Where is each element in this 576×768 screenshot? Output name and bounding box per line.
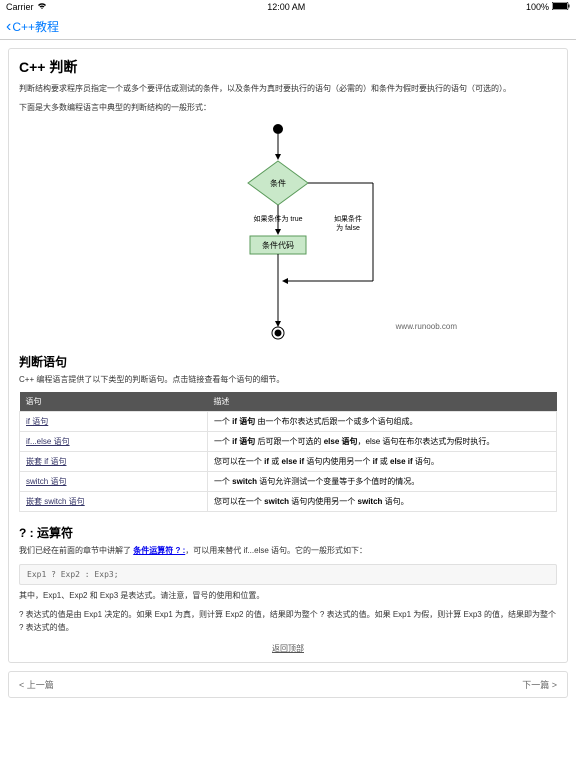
intro-1: 判断结构要求程序员指定一个或多个要评估或测试的条件，以及条件为真时要执行的语句（… bbox=[19, 83, 557, 96]
stmt-desc: 一个 if 语句 后可跟一个可选的 else 语句，else 语句在布尔表达式为… bbox=[207, 432, 556, 452]
table-row: 嵌套 switch 语句 您可以在一个 switch 语句内使用另一个 switc… bbox=[20, 492, 557, 512]
statements-table: 语句 描述 if 语句 一个 if 语句 由一个布尔表达式后跟一个或多个语句组成。… bbox=[19, 392, 557, 512]
table-row: 嵌套 if 语句 您可以在一个 if 或 else if 语句内使用另一个 if … bbox=[20, 452, 557, 472]
code-block: Exp1 ? Exp2 : Exp3; bbox=[19, 564, 557, 585]
svg-text:如果条件为 false: 如果条件为 false bbox=[334, 214, 362, 232]
th-statement: 语句 bbox=[20, 392, 208, 412]
stmt-link[interactable]: 嵌套 switch 语句 bbox=[26, 497, 85, 506]
table-row: if 语句 一个 if 语句 由一个布尔表达式后跟一个或多个语句组成。 bbox=[20, 412, 557, 432]
section-statements-intro: C++ 编程语言提供了以下类型的判断语句。点击链接查看每个语句的细节。 bbox=[19, 374, 557, 387]
status-bar: Carrier 12:00 AM 100% bbox=[0, 0, 576, 14]
stmt-link[interactable]: if...else 语句 bbox=[26, 437, 70, 446]
content-area: C++ 判断 判断结构要求程序员指定一个或多个要评估或测试的条件，以及条件为真时… bbox=[0, 40, 576, 706]
section-statements-title: 判断语句 bbox=[19, 353, 557, 370]
flowchart-diagram: 条件 如果条件为 true 条件代码 如果条件为 false www.runoo… bbox=[19, 121, 557, 341]
back-to-top[interactable]: 返回顶部 bbox=[19, 643, 557, 654]
stmt-desc: 您可以在一个 if 或 else if 语句内使用另一个 if 或 else i… bbox=[207, 452, 556, 472]
watermark: www.runoob.com bbox=[396, 322, 457, 331]
table-row: if...else 语句 一个 if 语句 后可跟一个可选的 else 语句，el… bbox=[20, 432, 557, 452]
carrier-label: Carrier bbox=[6, 2, 34, 12]
clock-label: 12:00 AM bbox=[267, 2, 305, 12]
stmt-desc: 一个 if 语句 由一个布尔表达式后跟一个或多个语句组成。 bbox=[207, 412, 556, 432]
ternary-link[interactable]: 条件运算符 ? : bbox=[133, 546, 185, 555]
svg-text:条件: 条件 bbox=[270, 178, 286, 188]
wifi-icon bbox=[37, 2, 47, 12]
next-link[interactable]: 下一篇 > bbox=[522, 678, 557, 691]
stmt-link[interactable]: if 语句 bbox=[26, 417, 48, 426]
th-desc: 描述 bbox=[207, 392, 556, 412]
battery-icon bbox=[552, 2, 570, 12]
svg-text:如果条件为 true: 如果条件为 true bbox=[253, 214, 302, 223]
back-label: C++教程 bbox=[12, 18, 59, 35]
table-row: switch 语句 一个 switch 语句允许测试一个变量等于多个值时的情况。 bbox=[20, 472, 557, 492]
battery-label: 100% bbox=[526, 2, 549, 12]
nav-bar: ‹ C++教程 bbox=[0, 14, 576, 40]
stmt-desc: 一个 switch 语句允许测试一个变量等于多个值时的情况。 bbox=[207, 472, 556, 492]
stmt-link[interactable]: 嵌套 if 语句 bbox=[26, 457, 66, 466]
page-title: C++ 判断 bbox=[19, 57, 557, 77]
prev-link[interactable]: < 上一篇 bbox=[19, 678, 54, 691]
ternary-p1: 我们已经在前面的章节中讲解了 条件运算符 ? :，可以用来替代 if...els… bbox=[19, 545, 557, 558]
chevron-left-icon: ‹ bbox=[6, 19, 11, 35]
svg-text:条件代码: 条件代码 bbox=[262, 240, 294, 250]
stmt-desc: 您可以在一个 switch 语句内使用另一个 switch 语句。 bbox=[207, 492, 556, 512]
ternary-p3: ? 表达式的值是由 Exp1 决定的。如果 Exp1 为真，则计算 Exp2 的… bbox=[19, 609, 557, 635]
intro-2: 下面是大多数编程语言中典型的判断结构的一般形式： bbox=[19, 102, 557, 115]
stmt-link[interactable]: switch 语句 bbox=[26, 477, 66, 486]
article-card: C++ 判断 判断结构要求程序员指定一个或多个要评估或测试的条件，以及条件为真时… bbox=[8, 48, 568, 663]
section-ternary-title: ? : 运算符 bbox=[19, 524, 557, 541]
ternary-p2: 其中，Exp1、Exp2 和 Exp3 是表达式。请注意，冒号的使用和位置。 bbox=[19, 590, 557, 603]
back-button[interactable]: ‹ C++教程 bbox=[6, 18, 59, 35]
pager: < 上一篇 下一篇 > bbox=[8, 671, 568, 698]
